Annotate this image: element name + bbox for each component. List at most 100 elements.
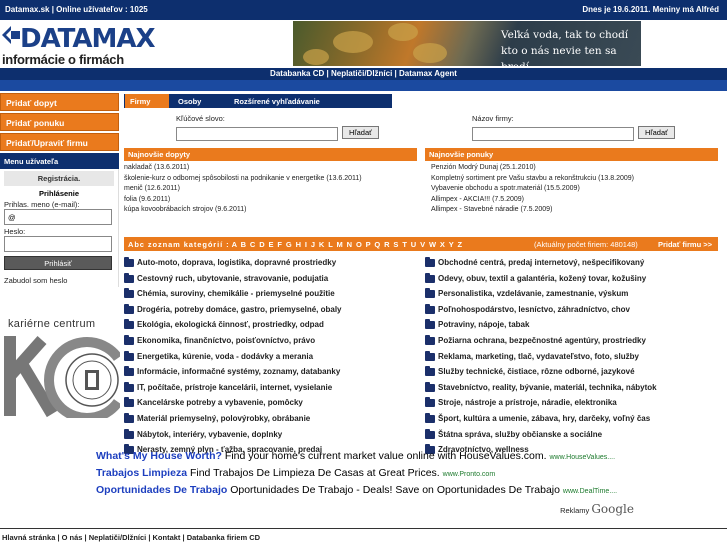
offers-title: Najnovšie ponuky [425,148,718,161]
categories-right: Obchodné centrá, predaj internetový, neš… [425,257,657,461]
category-item[interactable]: Reklama, marketing, tlač, vydavateľstvo,… [425,350,657,368]
category-item[interactable]: Stroje, nástroje a prístroje, náradie, e… [425,397,657,414]
keyword-search-button[interactable]: Hľadať [342,126,379,139]
category-item[interactable]: Požiarna ochrana, bezpečnostné agentúry,… [425,334,657,352]
category-item[interactable]: Personalistika, vzdelávanie, zamestnanie… [425,288,657,305]
category-item[interactable]: Materiál priemyselný, polovýrobky, obráb… [124,412,342,430]
login-title: Prihlásenie [38,189,80,198]
category-item[interactable]: Chémia, suroviny, chemikálie - priemysel… [124,288,342,305]
date-nameday-text: Dnes je 19.6.2011. Meniny má Alfréd [582,5,719,14]
offer-item[interactable]: Penzión Modrý Dunaj (25.1.2010) [431,163,634,174]
banner-line-1: Veľká voda, tak to chodí [501,29,629,41]
folder-icon [425,366,435,377]
demand-item[interactable]: školenie-kurz o odbornej spôsobilosti na… [124,174,362,185]
search-tabs: Firmy Osoby Rozšírené vyhľadávanie [124,94,392,108]
folder-icon [124,366,134,377]
folder-icon [425,412,435,423]
login-box: Registrácia. Prihlásenie Prihlas. meno (… [0,169,119,287]
tab-companies[interactable]: Firmy [125,94,169,108]
demand-item[interactable]: nakladač (13.6.2011) [124,163,362,174]
category-item[interactable]: Služby technické, čistiace, rôzne odborn… [425,366,657,383]
add-company-button[interactable]: Pridať/Upraviť firmu [0,133,119,151]
folder-icon [124,397,134,408]
online-users-text: Datamax.sk | Online užívateľov : 1025 [5,5,148,14]
category-item[interactable]: Drogéria, potreby domáce, gastro, priemy… [124,303,342,321]
promo-banner[interactable]: Veľká voda, tak to chodí kto o nás nevie… [293,21,641,66]
category-item[interactable]: Potraviny, nápoje, tabak [425,319,657,336]
company-name-input[interactable] [472,127,634,141]
category-item[interactable]: Ekológia, ekologická činnosť, prostriedk… [124,319,342,336]
ad-item[interactable]: What's My House Worth? Find your home's … [96,450,634,467]
category-item[interactable]: IT, počítače, prístroje kancelárii, inte… [124,381,342,399]
category-item[interactable]: Šport, kultúra a umenie, zábava, hry, da… [425,412,657,430]
abc-category-bar: Abc zoznam kategórií : A B C D E F G H I… [124,237,718,251]
offer-item[interactable]: Kompletný sortiment pre Vašu stavbu a re… [431,174,634,185]
folder-icon [425,257,435,267]
logo-arrow-icon [2,26,20,44]
categories-left: Auto-moto, doprava, logistika, dopravné … [124,257,342,461]
folder-icon [124,303,134,314]
ad-item[interactable]: Trabajos Limpieza Find Trabajos De Limpi… [96,467,634,484]
category-item[interactable]: Informácie, informačné systémy, zoznamy,… [124,366,342,383]
folder-icon [124,428,134,439]
category-item[interactable]: Stavebníctvo, reality, bývanie, materiál… [425,381,657,399]
tab-persons[interactable]: Osoby [178,94,222,108]
folder-icon [425,272,435,283]
username-input[interactable] [4,209,112,225]
nav-strip [0,80,727,91]
category-item[interactable]: Odevy, obuv, textil a galantéria, kožený… [425,272,657,290]
login-button[interactable]: Prihlásiť [4,256,112,270]
demand-item[interactable]: kúpa kovoobrábacích strojov (9.6.2011) [124,205,362,216]
folder-icon [425,428,435,439]
keyword-label: Kľúčové slovo: [176,114,225,123]
category-item[interactable]: Auto-moto, doprava, logistika, dopravné … [124,257,342,274]
folder-icon [124,319,134,330]
banner-line-2: kto o nás nevie ten sa brodí. [501,45,617,66]
username-label: Prihlas. meno (e-mail): [4,200,80,209]
ads-by-google[interactable]: Reklamy Google [560,502,634,516]
folder-icon [124,272,134,283]
logo-brand-a: DATA [20,24,93,54]
category-item[interactable]: Cestovný ruch, ubytovanie, stravovanie, … [124,272,342,290]
abc-label: Abc zoznam kategórií : [128,240,230,249]
category-item[interactable]: Nábytok, interiéry, vybavenie, doplnky [124,428,342,446]
folder-icon [124,288,134,299]
ad-item[interactable]: Oportunidades De Trabajo Oportunidades D… [96,484,634,501]
add-offer-button[interactable]: Pridať ponuku [0,113,119,131]
offer-item[interactable]: Allimpex - AKCIA!!! (7.5.2009) [431,195,634,206]
folder-icon [124,350,134,361]
registration-link[interactable]: Registrácia. [4,171,114,186]
google-ads: What's My House Worth? Find your home's … [96,450,634,520]
category-item[interactable]: Štátna správa, služby občianske a sociál… [425,428,657,446]
folder-icon [425,334,435,345]
secondary-nav[interactable]: Databanka CD | Neplatiči/Dlžníci | Datam… [0,67,727,78]
offer-item[interactable]: Vybavenie obchodu a spotr.materiál (15.5… [431,184,634,195]
keyword-input[interactable] [176,127,338,141]
forgot-password-link[interactable]: Zabudol som heslo [4,276,114,285]
category-item[interactable]: Energetika, kúrenie, voda - dodávky a me… [124,350,342,368]
add-demand-button[interactable]: Pridať dopyt [0,93,119,111]
company-search-button[interactable]: Hľadať [638,126,675,139]
datamax-logo[interactable]: DATAMAX informácie o firmách [2,24,156,68]
offers-list: Penzión Modrý Dunaj (25.1.2010) Kompletn… [431,163,634,216]
password-label: Heslo: [4,227,26,236]
category-item[interactable]: Obchodné centrá, predaj internetový, neš… [425,257,657,274]
demand-item[interactable]: folia (9.6.2011) [124,195,362,206]
password-input[interactable] [4,236,112,252]
category-item[interactable]: Poľnohospodárstvo, lesníctvo, záhradníct… [425,303,657,321]
left-sidebar: Pridať dopyt Pridať ponuku Pridať/Upravi… [0,93,120,287]
offer-item[interactable]: Allimpex - Stavebné náradie (7.5.2009) [431,205,634,216]
demand-item[interactable]: menič (12.6.2011) [124,184,362,195]
tab-advanced-search[interactable]: Rozšírené vyhľadávanie [234,94,364,108]
logo-subtitle: informácie o firmách [2,52,124,67]
footer-links[interactable]: Hlavná stránka | O nás | Neplatiči/Dlžní… [2,533,260,542]
kariera-centrum-logo[interactable]: kariérne centrum [0,318,120,418]
category-item[interactable]: Ekonomika, finančníctvo, poisťovníctvo, … [124,334,342,352]
company-count: (Aktuálny počet firiem: 480148) [534,240,638,249]
abc-letters[interactable]: A B C D E F G H I J K L M N O P Q R S T … [232,240,463,249]
category-item[interactable]: Kancelárske potreby a vybavenie, pomôcky [124,397,342,414]
demands-list: nakladač (13.6.2011) školenie-kurz o odb… [124,163,362,216]
folder-icon [425,397,435,408]
folder-icon [425,319,435,330]
add-company-link[interactable]: Pridať firmu >> [658,240,712,249]
